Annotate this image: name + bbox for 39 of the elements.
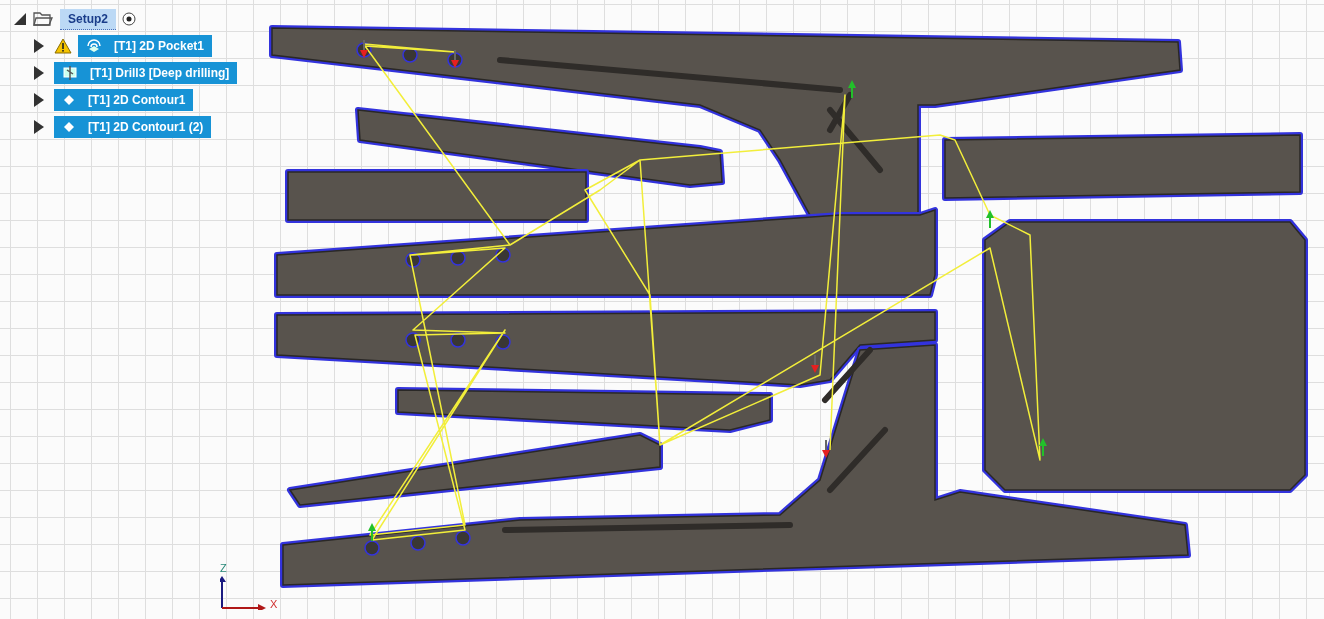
- drill-hole: [402, 47, 418, 63]
- setup-item[interactable]: Setup2: [60, 8, 116, 30]
- expand-triangle-icon[interactable]: [34, 93, 44, 107]
- operation-item[interactable]: [T1] Drill3 [Deep drilling]: [54, 62, 238, 84]
- x-axis-label: X: [270, 598, 279, 610]
- arrow-icon: [451, 49, 459, 68]
- drill-hole: [410, 535, 426, 551]
- diamond-icon: [62, 120, 76, 134]
- operation-item[interactable]: [T1] 2D Contour1 (2): [54, 116, 212, 138]
- arrow-icon: [360, 39, 368, 58]
- diamond-icon: [62, 93, 76, 107]
- arrow-icon: [811, 354, 819, 373]
- drill-hole: [455, 530, 471, 546]
- z-axis-label: Z: [220, 562, 228, 574]
- operation-label: [T1] Drill3 [Deep drilling]: [90, 66, 230, 80]
- drill-hole: [405, 332, 421, 348]
- drill-hole: [495, 334, 511, 350]
- expand-triangle-icon[interactable]: [34, 39, 44, 53]
- operation-item[interactable]: [T1] 2D Contour1: [54, 89, 194, 111]
- drill-icon: [62, 65, 78, 81]
- activate-radio-icon[interactable]: [122, 12, 136, 26]
- expand-triangle-icon[interactable]: [34, 120, 44, 134]
- collapse-triangle-icon[interactable]: [14, 13, 26, 25]
- operation-label: [T1] 2D Contour1 (2): [88, 120, 204, 134]
- drill-hole: [450, 332, 466, 348]
- drill-hole: [495, 247, 511, 263]
- operation-item[interactable]: [T1] 2D Pocket1: [78, 35, 213, 57]
- drill-hole: [405, 252, 421, 268]
- folder-icon: [32, 10, 54, 28]
- operation-label: [T1] 2D Contour1: [88, 93, 186, 107]
- expand-triangle-icon[interactable]: [34, 66, 44, 80]
- arrow-icon: [848, 80, 856, 99]
- arrow-icon: [822, 439, 830, 458]
- arrow-icon: [1039, 438, 1047, 457]
- arrow-icon: [368, 523, 376, 542]
- arrow-icon: [986, 210, 994, 229]
- pocket-icon: [86, 38, 102, 54]
- drill-hole: [364, 540, 380, 556]
- operation-label: [T1] 2D Pocket1: [114, 39, 205, 53]
